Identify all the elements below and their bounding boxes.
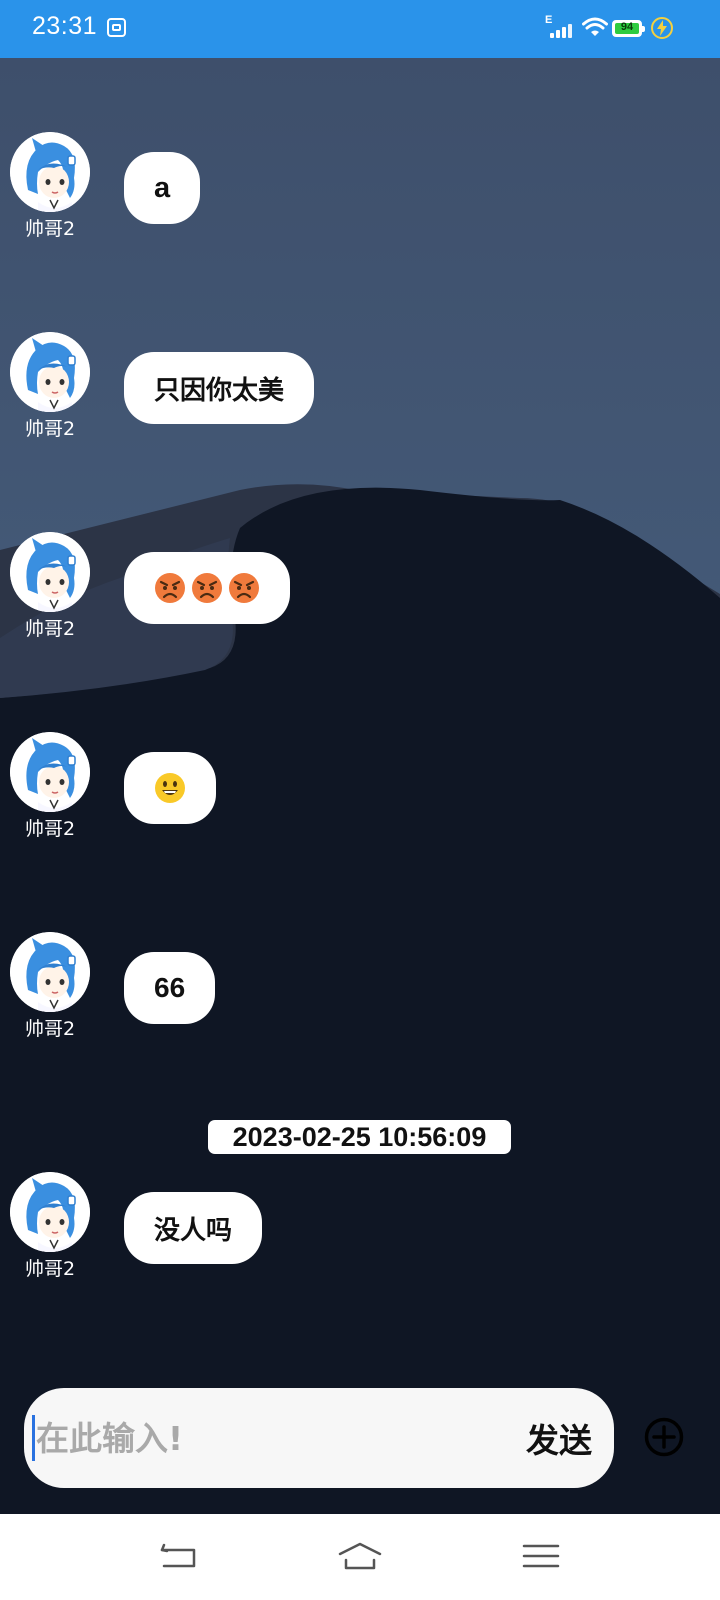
- angry-face-icon: [155, 573, 185, 603]
- angry-face-icon: [192, 573, 222, 603]
- message-row: 帅哥2 没人吗: [0, 1172, 720, 1282]
- app-notification-icon: [107, 18, 126, 37]
- status-bar: 23:31 E 94: [0, 0, 720, 58]
- message-input-box: 发送: [24, 1388, 614, 1488]
- charging-icon: [651, 17, 673, 39]
- battery-level: 94: [620, 21, 634, 33]
- sender-name: 帅哥2: [24, 1258, 76, 1280]
- chat-screen: 23:31 E 94 帅哥2 a 帅哥2 只因你太美 帅哥2 帅哥2 帅哥2 6…: [0, 0, 720, 1600]
- message-text: 只因你太美: [154, 375, 285, 406]
- message-row: 帅哥2 只因你太美: [0, 332, 720, 442]
- avatar[interactable]: [10, 732, 90, 812]
- message-timestamp: 2023-02-25 10:56:09: [208, 1120, 511, 1154]
- message-row: 帅哥2: [0, 732, 720, 842]
- avatar-icon: [10, 332, 90, 412]
- avatar[interactable]: [10, 332, 90, 412]
- message-row: 帅哥2 66: [0, 932, 720, 1042]
- message-input[interactable]: [36, 1388, 476, 1488]
- smiley-face-icon: [155, 773, 185, 803]
- sender-name: 帅哥2: [24, 418, 76, 440]
- message-bubble[interactable]: [124, 552, 290, 624]
- sender-name: 帅哥2: [24, 818, 76, 840]
- menu-icon[interactable]: [518, 1536, 564, 1576]
- sender-name: 帅哥2: [24, 1018, 76, 1040]
- battery-icon: 94: [612, 20, 645, 37]
- message-text: 没人吗: [154, 1215, 233, 1246]
- text-cursor: [32, 1415, 35, 1461]
- home-icon[interactable]: [337, 1536, 383, 1576]
- sender-name: 帅哥2: [24, 218, 76, 240]
- angry-face-icon: [229, 573, 259, 603]
- message-row: 帅哥2 a: [0, 132, 720, 242]
- send-button[interactable]: 发送: [526, 1414, 592, 1462]
- sender-name: 帅哥2: [24, 618, 76, 640]
- message-bubble[interactable]: a: [124, 152, 201, 224]
- wifi-icon: [582, 17, 608, 36]
- message-bubble[interactable]: 没人吗: [124, 1192, 263, 1264]
- navigation-bar: [0, 1514, 720, 1600]
- avatar-icon: [10, 932, 90, 1012]
- message-text: a: [154, 171, 171, 204]
- avatar[interactable]: [10, 532, 90, 612]
- message-text-emoji: [154, 572, 260, 604]
- avatar-icon: [10, 732, 90, 812]
- back-icon[interactable]: [156, 1536, 202, 1576]
- message-text: 66: [154, 972, 186, 1003]
- message-row: 帅哥2: [0, 532, 720, 642]
- message-bubble[interactable]: 只因你太美: [124, 352, 315, 424]
- avatar[interactable]: [10, 932, 90, 1012]
- avatar[interactable]: [10, 132, 90, 212]
- signal-icon: [550, 20, 574, 38]
- avatar[interactable]: [10, 1172, 90, 1252]
- plus-circle-icon[interactable]: [644, 1417, 684, 1457]
- status-time: 23:31: [32, 12, 98, 40]
- avatar-icon: [10, 1172, 90, 1252]
- avatar-icon: [10, 132, 90, 212]
- message-bubble[interactable]: 66: [124, 952, 216, 1024]
- message-bubble[interactable]: [124, 752, 216, 824]
- avatar-icon: [10, 532, 90, 612]
